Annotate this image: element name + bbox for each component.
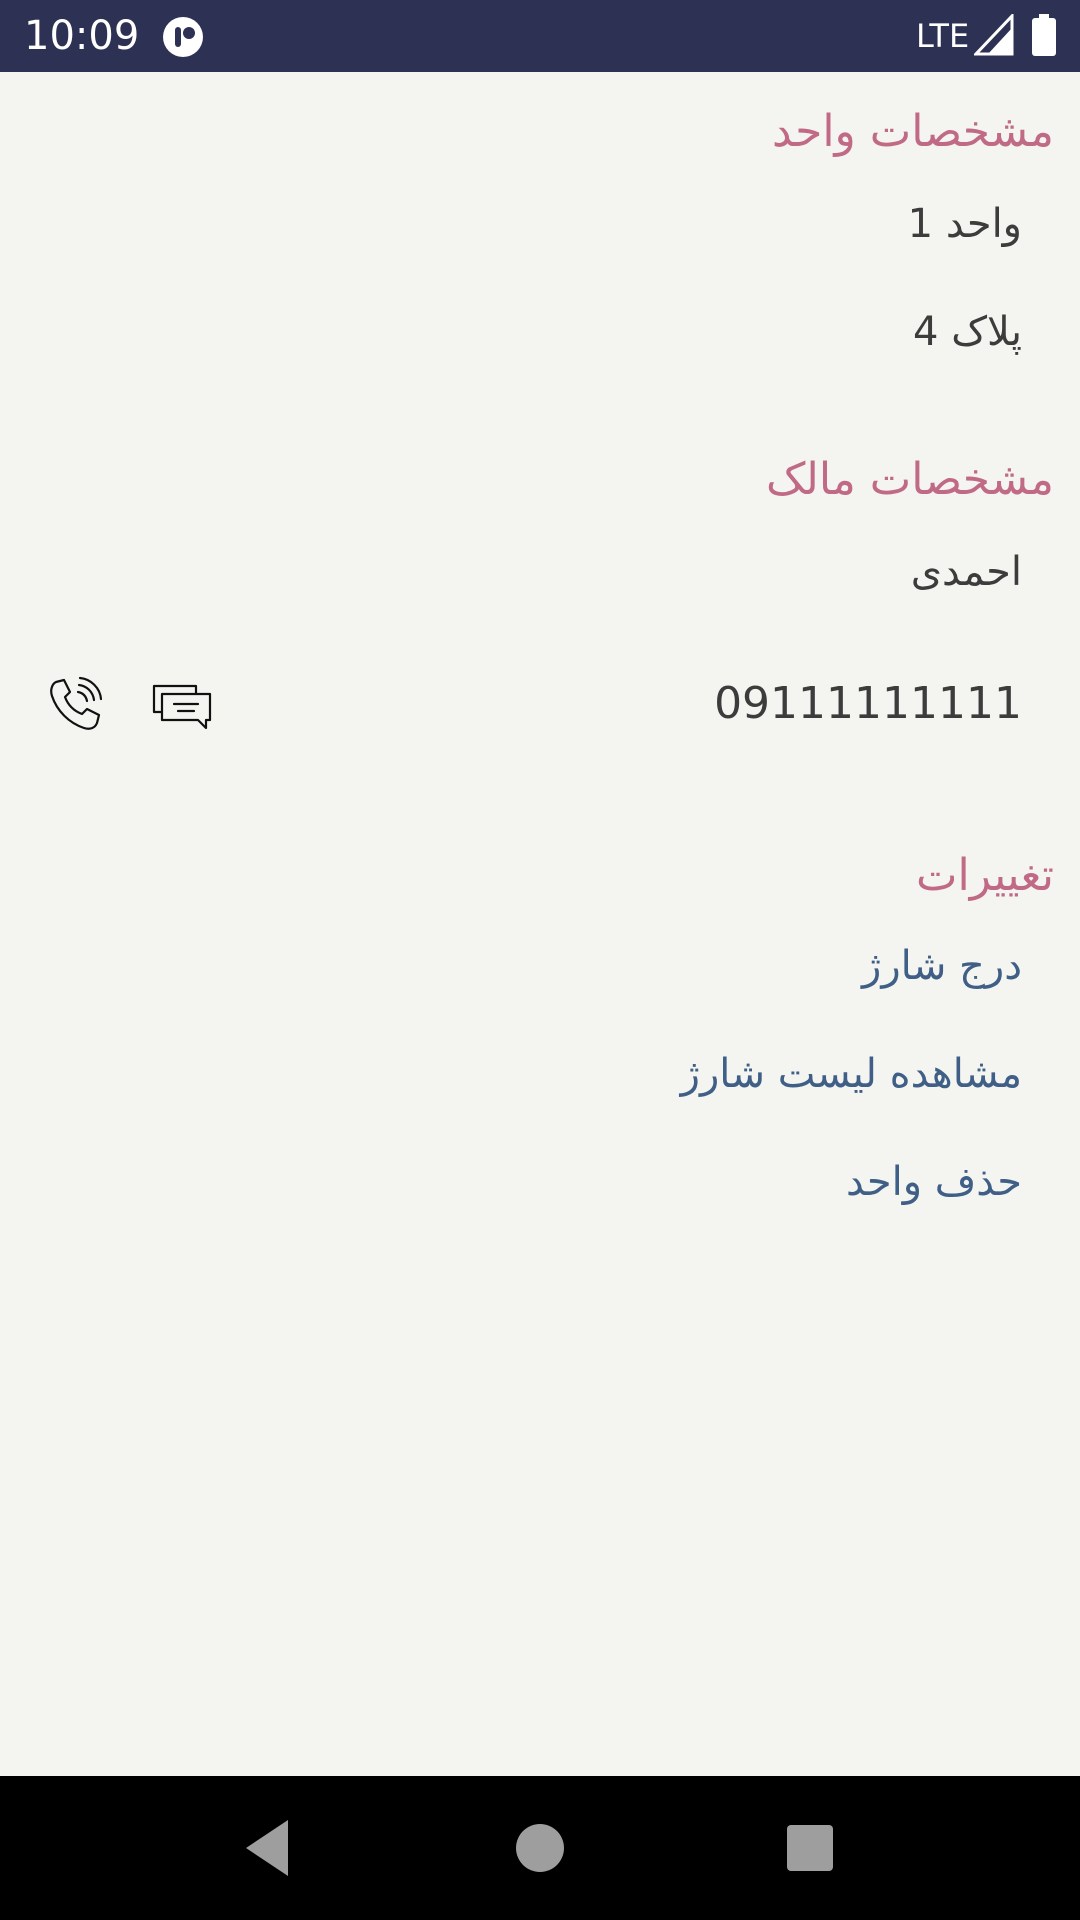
unit-section-title: مشخصات واحد bbox=[772, 106, 1054, 157]
recents-icon[interactable] bbox=[776, 1814, 844, 1882]
status-bar: 10:09 LTE bbox=[0, 0, 1080, 72]
delete-unit-link[interactable]: حذف واحد bbox=[846, 1154, 1022, 1210]
network-type: LTE bbox=[916, 17, 970, 55]
home-icon[interactable] bbox=[506, 1814, 574, 1882]
unit-name: واحد 1 bbox=[907, 201, 1022, 247]
owner-name: احمدی bbox=[910, 549, 1022, 595]
owner-section-title: مشخصات مالک bbox=[766, 454, 1054, 505]
back-icon[interactable] bbox=[236, 1814, 304, 1882]
unit-details-content: مشخصات واحد واحد 1 پلاک 4 مشخصات مالک اح… bbox=[0, 72, 1080, 1776]
owner-phone: 09111111111 bbox=[714, 678, 1022, 729]
signal-icon bbox=[972, 12, 1014, 56]
message-icon[interactable] bbox=[148, 672, 216, 736]
battery-icon bbox=[1032, 14, 1056, 56]
call-icon[interactable] bbox=[44, 672, 108, 736]
add-charge-link[interactable]: درج شارژ bbox=[862, 938, 1022, 994]
navigation-bar bbox=[0, 1776, 1080, 1920]
app-notification-icon bbox=[162, 16, 204, 58]
unit-plate: پلاک 4 bbox=[913, 309, 1022, 355]
status-time: 10:09 bbox=[24, 13, 140, 59]
view-charge-list-link[interactable]: مشاهده لیست شارژ bbox=[681, 1046, 1022, 1102]
changes-section-title: تغییرات bbox=[916, 850, 1054, 901]
